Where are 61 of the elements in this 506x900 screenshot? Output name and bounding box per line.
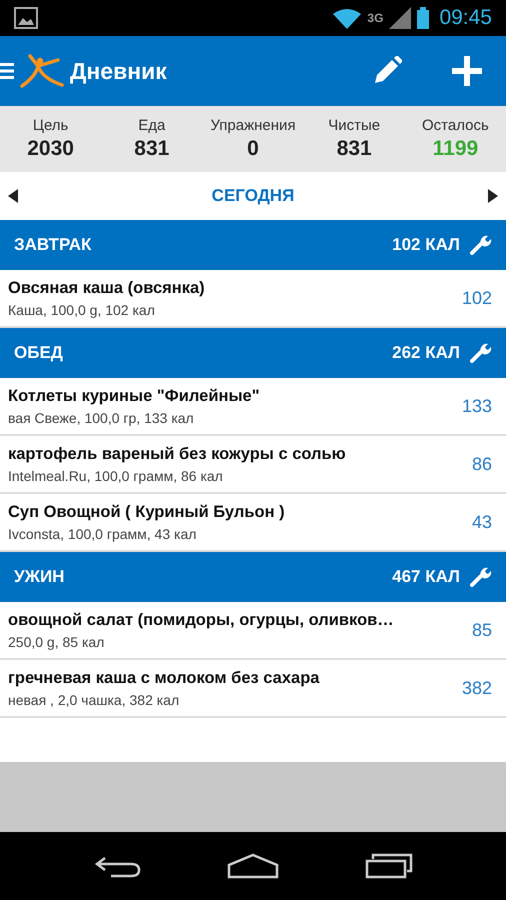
recent-apps-icon[interactable]	[365, 853, 413, 879]
back-icon[interactable]	[93, 854, 141, 878]
stat-value: 831	[134, 137, 170, 161]
meal-header[interactable]: УЖИН 467 КАЛ	[0, 552, 506, 602]
network-type: 3G	[367, 11, 384, 25]
food-calories: 85	[472, 620, 492, 640]
food-name: Суп Овощной ( Куриный Бульон )	[8, 502, 286, 522]
wrench-icon[interactable]	[470, 234, 492, 256]
meal-name: ОБЕД	[14, 343, 63, 363]
figure-logo-icon	[18, 54, 64, 88]
stat-label: Чистые	[328, 117, 380, 134]
food-name: Котлеты куриные "Филейные"	[8, 386, 261, 406]
food-entry[interactable]: Котлеты куриные "Филейные" вая Свеже, 100,0 гр, 133 кал 133	[0, 378, 506, 436]
food-calories: 382	[462, 678, 492, 698]
clock: 09:45	[439, 6, 492, 30]
food-name: Овсяная каша (овсянка)	[8, 278, 206, 298]
food-calories: 133	[462, 396, 492, 416]
food-entry[interactable]: овощной салат (помидоры, огурцы, оливков… 250,0 g, 85 кал 85	[0, 602, 506, 660]
food-calories: 102	[462, 288, 492, 308]
wrench-icon[interactable]	[470, 342, 492, 364]
meal-header[interactable]: ЗАВТРАК 102 КАЛ	[0, 220, 506, 270]
meal-name: ЗАВТРАК	[14, 235, 92, 255]
food-detail: 250,0 g, 85 кал	[8, 634, 106, 650]
wifi-icon	[333, 7, 362, 29]
food-detail: вая Свеже, 100,0 гр, 133 кал	[8, 410, 195, 426]
pencil-icon[interactable]	[372, 56, 402, 86]
meal-header[interactable]: ОБЕД 262 КАЛ	[0, 328, 506, 378]
food-entry[interactable]: гречневая каша с молоком без сахара невая , 2,0 чашка, 382 кал 382	[0, 660, 506, 718]
date-label[interactable]: СЕГОДНЯ	[212, 186, 294, 206]
food-calories: 86	[472, 454, 492, 474]
stat-label: Цель	[32, 117, 68, 134]
previous-day-icon[interactable]	[8, 189, 18, 203]
battery-icon	[417, 7, 430, 29]
food-detail: Каша, 100,0 g, 102 кал	[8, 302, 156, 318]
food-detail: Ivconsta, 100,0 грамм, 43 кал	[8, 526, 198, 542]
food-detail: невая , 2,0 чашка, 382 кал	[8, 692, 180, 708]
menu-icon[interactable]	[0, 62, 14, 80]
home-icon[interactable]	[227, 853, 279, 879]
screen-title: Дневник	[70, 58, 167, 84]
wrench-icon[interactable]	[470, 566, 492, 588]
food-detail: Intelmeal.Ru, 100,0 грамм, 86 кал	[8, 468, 224, 484]
food-name: картофель вареный без кожуры с солью	[8, 444, 347, 464]
stat-value: 1199	[432, 137, 478, 161]
food-name: овощной салат (помидоры, огурцы, оливков…	[8, 610, 395, 630]
stat-label: Упражнения	[210, 117, 296, 134]
meal-total: 102 КАЛ	[392, 235, 460, 255]
meal-name: УЖИН	[14, 567, 64, 587]
stat-value: 2030	[27, 137, 74, 161]
signal-icon	[389, 7, 412, 29]
stat-label: Осталось	[422, 117, 489, 134]
food-calories: 43	[472, 512, 492, 532]
next-day-icon[interactable]	[488, 189, 498, 203]
meal-total: 262 КАЛ	[392, 343, 460, 363]
stat-value: 0	[247, 137, 259, 161]
meal-total: 467 КАЛ	[392, 567, 460, 587]
food-entry[interactable]: картофель вареный без кожуры с солью Intelmeal.Ru, 100,0 грамм, 86 кал 86	[0, 436, 506, 494]
stat-value: 831	[336, 137, 372, 161]
image-notification-icon	[14, 7, 38, 29]
food-name: гречневая каша с молоком без сахара	[8, 668, 320, 688]
add-icon[interactable]	[452, 56, 482, 86]
stat-label: Еда	[138, 117, 166, 134]
